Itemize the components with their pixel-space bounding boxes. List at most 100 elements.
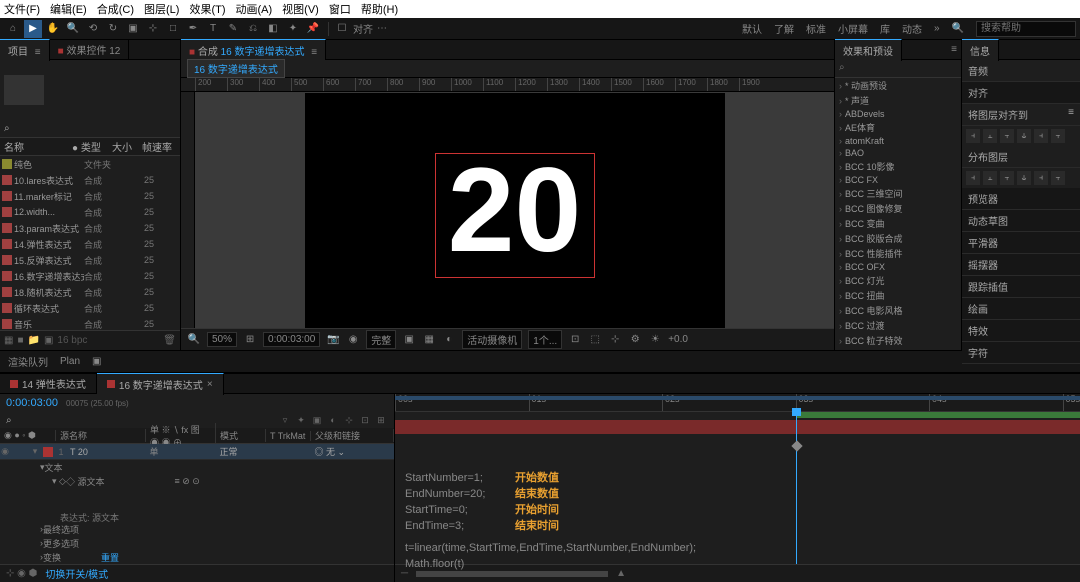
tl-i7-icon[interactable]: ⊞: [374, 413, 388, 427]
align-c-icon[interactable]: ⫠: [983, 129, 997, 143]
dist-1-icon[interactable]: ⫞: [966, 171, 980, 185]
text-tool-icon[interactable]: T: [204, 20, 222, 38]
prop-char[interactable]: 字符: [962, 342, 1080, 364]
exp-transform[interactable]: › 变换 重置: [0, 550, 394, 564]
menu-comp[interactable]: 合成(C): [97, 1, 134, 17]
effect-category[interactable]: BCC 灯光: [835, 273, 961, 288]
col-name[interactable]: 名称: [0, 139, 72, 154]
menu-edit[interactable]: 编辑(E): [50, 1, 87, 17]
col-frate[interactable]: 帧速率: [142, 139, 180, 154]
effect-category[interactable]: BCC 10影像: [835, 159, 961, 174]
exposure-icon[interactable]: ☀: [648, 334, 662, 345]
project-item[interactable]: 16.数字递增表达式合成25: [0, 268, 180, 284]
effect-category[interactable]: BCC FX: [835, 174, 961, 186]
proj-folder-icon[interactable]: 📁: [28, 335, 40, 346]
tl-search-input[interactable]: [18, 415, 78, 426]
view-opt3-icon[interactable]: ⊹: [608, 334, 622, 345]
project-item[interactable]: 14.弹性表达式合成25: [0, 236, 180, 252]
ws-more-icon[interactable]: »: [934, 23, 940, 34]
hdr-source[interactable]: 源名称: [56, 429, 146, 442]
views-dropdown[interactable]: 1个...: [528, 330, 562, 349]
effect-category[interactable]: BCC 颗粒: [835, 348, 961, 350]
transp-icon[interactable]: ▦: [422, 334, 436, 345]
timecode-display[interactable]: 0:00:03:00: [6, 397, 58, 409]
prop-align[interactable]: 对齐: [962, 82, 1080, 104]
ws-lib[interactable]: 库: [880, 21, 890, 36]
align-l-icon[interactable]: ⫞: [966, 129, 980, 143]
project-item[interactable]: 11.marker标记合成25: [0, 188, 180, 204]
layer-color-icon[interactable]: [43, 447, 53, 457]
hdr-parent[interactable]: 父级和链接: [311, 429, 394, 442]
selection-tool-icon[interactable]: ▶: [24, 20, 42, 38]
prop-paint[interactable]: 绘画: [962, 298, 1080, 320]
layer-bar[interactable]: [395, 420, 1080, 434]
camera-tool-icon[interactable]: ▣: [124, 20, 142, 38]
tl-i3-icon[interactable]: ▣: [310, 413, 324, 427]
hdr-mode[interactable]: 模式: [216, 429, 266, 442]
effect-category[interactable]: BCC 图像修复: [835, 201, 961, 216]
rect-tool-icon[interactable]: □: [164, 20, 182, 38]
effect-category[interactable]: BCC 变曲: [835, 216, 961, 231]
effect-category[interactable]: BAO: [835, 147, 961, 159]
tl-tab-16[interactable]: 16 数字递增表达式 ×: [97, 373, 224, 395]
proj-new-icon[interactable]: ▣: [44, 335, 53, 346]
search-toggle-icon[interactable]: 🔍: [952, 23, 964, 34]
tl-i1-icon[interactable]: ▿: [278, 413, 292, 427]
anchor-tool-icon[interactable]: ⊹: [144, 20, 162, 38]
canvas[interactable]: 20: [195, 92, 834, 328]
effect-category[interactable]: BCC 扭曲: [835, 288, 961, 303]
text-bounds[interactable]: [435, 153, 595, 278]
effect-category[interactable]: ABDevels: [835, 108, 961, 120]
menu-file[interactable]: 文件(F): [4, 1, 40, 17]
roto-tool-icon[interactable]: ✦: [284, 20, 302, 38]
ws-learn[interactable]: 了解: [774, 21, 794, 36]
dist-5-icon[interactable]: ⫞: [1034, 171, 1048, 185]
exp-text[interactable]: ▾ 文本: [0, 460, 394, 474]
project-item[interactable]: 13.param表达式合成25: [0, 220, 180, 236]
proj-bin-icon[interactable]: ▦: [4, 335, 13, 346]
rotate-tool-icon[interactable]: ↻: [104, 20, 122, 38]
toggle-switches[interactable]: 切换开关/模式: [45, 566, 108, 581]
magnify-icon[interactable]: 🔍: [187, 334, 201, 345]
tl-tab-14[interactable]: 14 弹性表达式: [0, 373, 97, 394]
orbit-tool-icon[interactable]: ⟲: [84, 20, 102, 38]
home-icon[interactable]: ⌂: [4, 20, 22, 38]
proj-bpc-icon[interactable]: ■: [17, 335, 23, 346]
help-search-input[interactable]: [976, 21, 1076, 37]
render-icon[interactable]: ▣: [92, 356, 101, 367]
hand-tool-icon[interactable]: ✋: [44, 20, 62, 38]
prop-tracker[interactable]: 跟踪插值: [962, 276, 1080, 298]
effect-category[interactable]: AE体育: [835, 120, 961, 135]
channel-icon[interactable]: ◉: [346, 334, 360, 345]
project-item[interactable]: 10.lares表达式合成25: [0, 172, 180, 188]
layer-name[interactable]: T 20: [66, 447, 150, 457]
view-opt1-icon[interactable]: ⊡: [568, 334, 582, 345]
ws-small[interactable]: 小屏幕: [838, 21, 868, 36]
brush-tool-icon[interactable]: ✎: [224, 20, 242, 38]
clone-tool-icon[interactable]: ⎌: [244, 20, 262, 38]
tl-i5-icon[interactable]: ⊹: [342, 413, 356, 427]
snap-icon[interactable]: ☐: [333, 20, 351, 38]
mask-icon[interactable]: ◐: [442, 334, 456, 345]
proj-trash-icon[interactable]: 🗑: [163, 335, 176, 346]
time-ruler[interactable]: 00s 01s 02s 03s 04s 05s: [395, 394, 1080, 412]
tab-effects[interactable]: 效果和预设: [835, 39, 902, 61]
effect-category[interactable]: atomKraft: [835, 135, 961, 147]
prop-sketch[interactable]: 动态草图: [962, 210, 1080, 232]
project-item[interactable]: 循环表达式合成25: [0, 300, 180, 316]
prop-audio[interactable]: 音频: [962, 60, 1080, 82]
tab-effect-controls[interactable]: ■ 效果控件 12: [50, 39, 130, 60]
menu-layer[interactable]: 图层(L): [144, 1, 179, 17]
dist-4-icon[interactable]: ⫝: [1017, 171, 1031, 185]
exp-final[interactable]: › 最终选项: [0, 522, 394, 536]
plan-label[interactable]: Plan: [60, 356, 80, 367]
prop-wiggler[interactable]: 摇摆器: [962, 254, 1080, 276]
col-type[interactable]: ● 类型: [72, 139, 112, 154]
snapshot-icon[interactable]: 📷: [326, 334, 340, 345]
view-opt2-icon[interactable]: ⬚: [588, 334, 602, 345]
ws-standard[interactable]: 标准: [806, 21, 826, 36]
menu-anim[interactable]: 动画(A): [236, 1, 273, 17]
tl-i2-icon[interactable]: ✦: [294, 413, 308, 427]
effect-category[interactable]: BCC 性能插件: [835, 246, 961, 261]
menu-window[interactable]: 窗口: [329, 1, 351, 17]
